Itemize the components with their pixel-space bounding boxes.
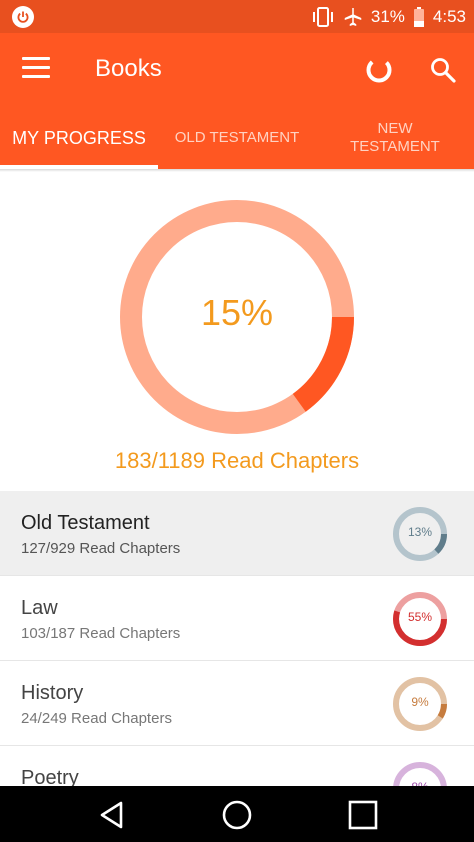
clock: 4:53: [432, 6, 466, 26]
list-item-old-testament[interactable]: Old Testament 127/929 Read Chapters 13%: [0, 491, 474, 576]
tab-bar: MY PROGRESS OLD TESTAMENT NEW TESTAMENT: [0, 107, 474, 169]
tab-label-line2: TESTAMENT: [350, 138, 440, 155]
list-item-law[interactable]: Law 103/187 Read Chapters 55%: [0, 576, 474, 661]
progress-percent: 55%: [407, 610, 433, 624]
book-title: Law: [21, 597, 58, 619]
page-title: Books: [95, 55, 162, 82]
tab-my-progress[interactable]: MY PROGRESS: [0, 107, 158, 169]
battery-percent: 31%: [370, 6, 405, 26]
battery-icon: [413, 6, 424, 27]
book-read-chapters: 127/929 Read Chapters: [21, 540, 181, 557]
tab-shadow: [0, 169, 474, 172]
overall-read-chapters: 183/1189 Read Chapters: [114, 448, 360, 473]
recents-icon[interactable]: [346, 798, 380, 832]
tab-label: MY PROGRESS: [12, 128, 146, 148]
book-read-chapters: 24/249 Read Chapters: [21, 710, 172, 727]
sync-icon[interactable]: [364, 55, 394, 85]
airplane-icon: [344, 7, 362, 26]
power-icon: [12, 6, 34, 28]
status-bar: 31% 4:53: [0, 0, 474, 33]
book-title: Old Testament: [21, 512, 150, 534]
status-indicators: 31% 4:53: [311, 0, 466, 33]
menu-icon[interactable]: [22, 57, 50, 83]
app-bar: Books: [0, 33, 474, 107]
tab-label-line1: NEW: [377, 120, 413, 137]
search-icon[interactable]: [428, 55, 458, 85]
tab-label: OLD TESTAMENT: [174, 129, 300, 146]
progress-percent: 9%: [411, 695, 429, 709]
list-item-history[interactable]: History 24/249 Read Chapters 9%: [0, 661, 474, 746]
progress-percent: 13%: [407, 525, 433, 539]
overall-percent: 15%: [200, 292, 274, 333]
book-list: Old Testament 127/929 Read Chapters 13% …: [0, 491, 474, 831]
book-title: History: [21, 682, 84, 704]
home-icon[interactable]: [220, 798, 254, 832]
book-read-chapters: 103/187 Read Chapters: [21, 625, 181, 642]
tab-new-testament[interactable]: NEW TESTAMENT: [316, 107, 474, 169]
navigation-bar: [0, 786, 474, 842]
tab-old-testament[interactable]: OLD TESTAMENT: [158, 107, 316, 169]
vibrate-icon: [312, 6, 333, 27]
back-icon[interactable]: [96, 798, 130, 832]
